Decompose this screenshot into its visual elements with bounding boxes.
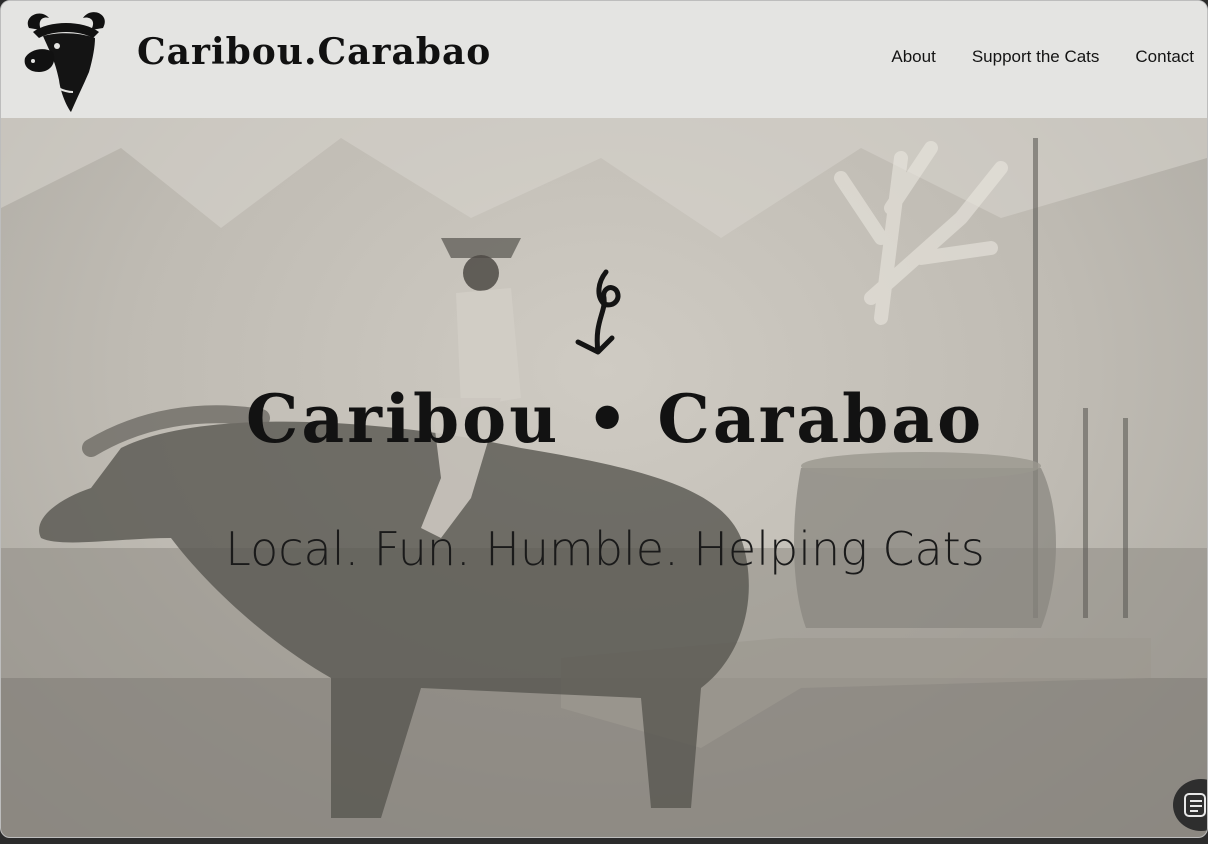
hero-title: Caribou • Carabao (245, 380, 985, 458)
hero-background-image (1, 118, 1207, 837)
site-header: Caribou.Carabao About Support the Cats C… (1, 1, 1207, 117)
browser-window: Caribou.Carabao About Support the Cats C… (0, 0, 1208, 838)
list-menu-icon (1184, 793, 1206, 817)
nav-about[interactable]: About (891, 47, 935, 67)
nav-support-the-cats[interactable]: Support the Cats (972, 47, 1100, 67)
nav-contact[interactable]: Contact (1135, 47, 1194, 67)
buffalo-logo-icon[interactable] (19, 6, 113, 112)
brand-name[interactable]: Caribou.Carabao (137, 31, 491, 73)
main-nav: About Support the Cats Contact (891, 47, 1194, 67)
cat-tail-swirl-icon (575, 269, 621, 355)
hero-tagline: Local. Fun. Humble. Helping Cats (225, 522, 985, 576)
hero-section: Caribou • Carabao Local. Fun. Humble. He… (1, 118, 1207, 837)
